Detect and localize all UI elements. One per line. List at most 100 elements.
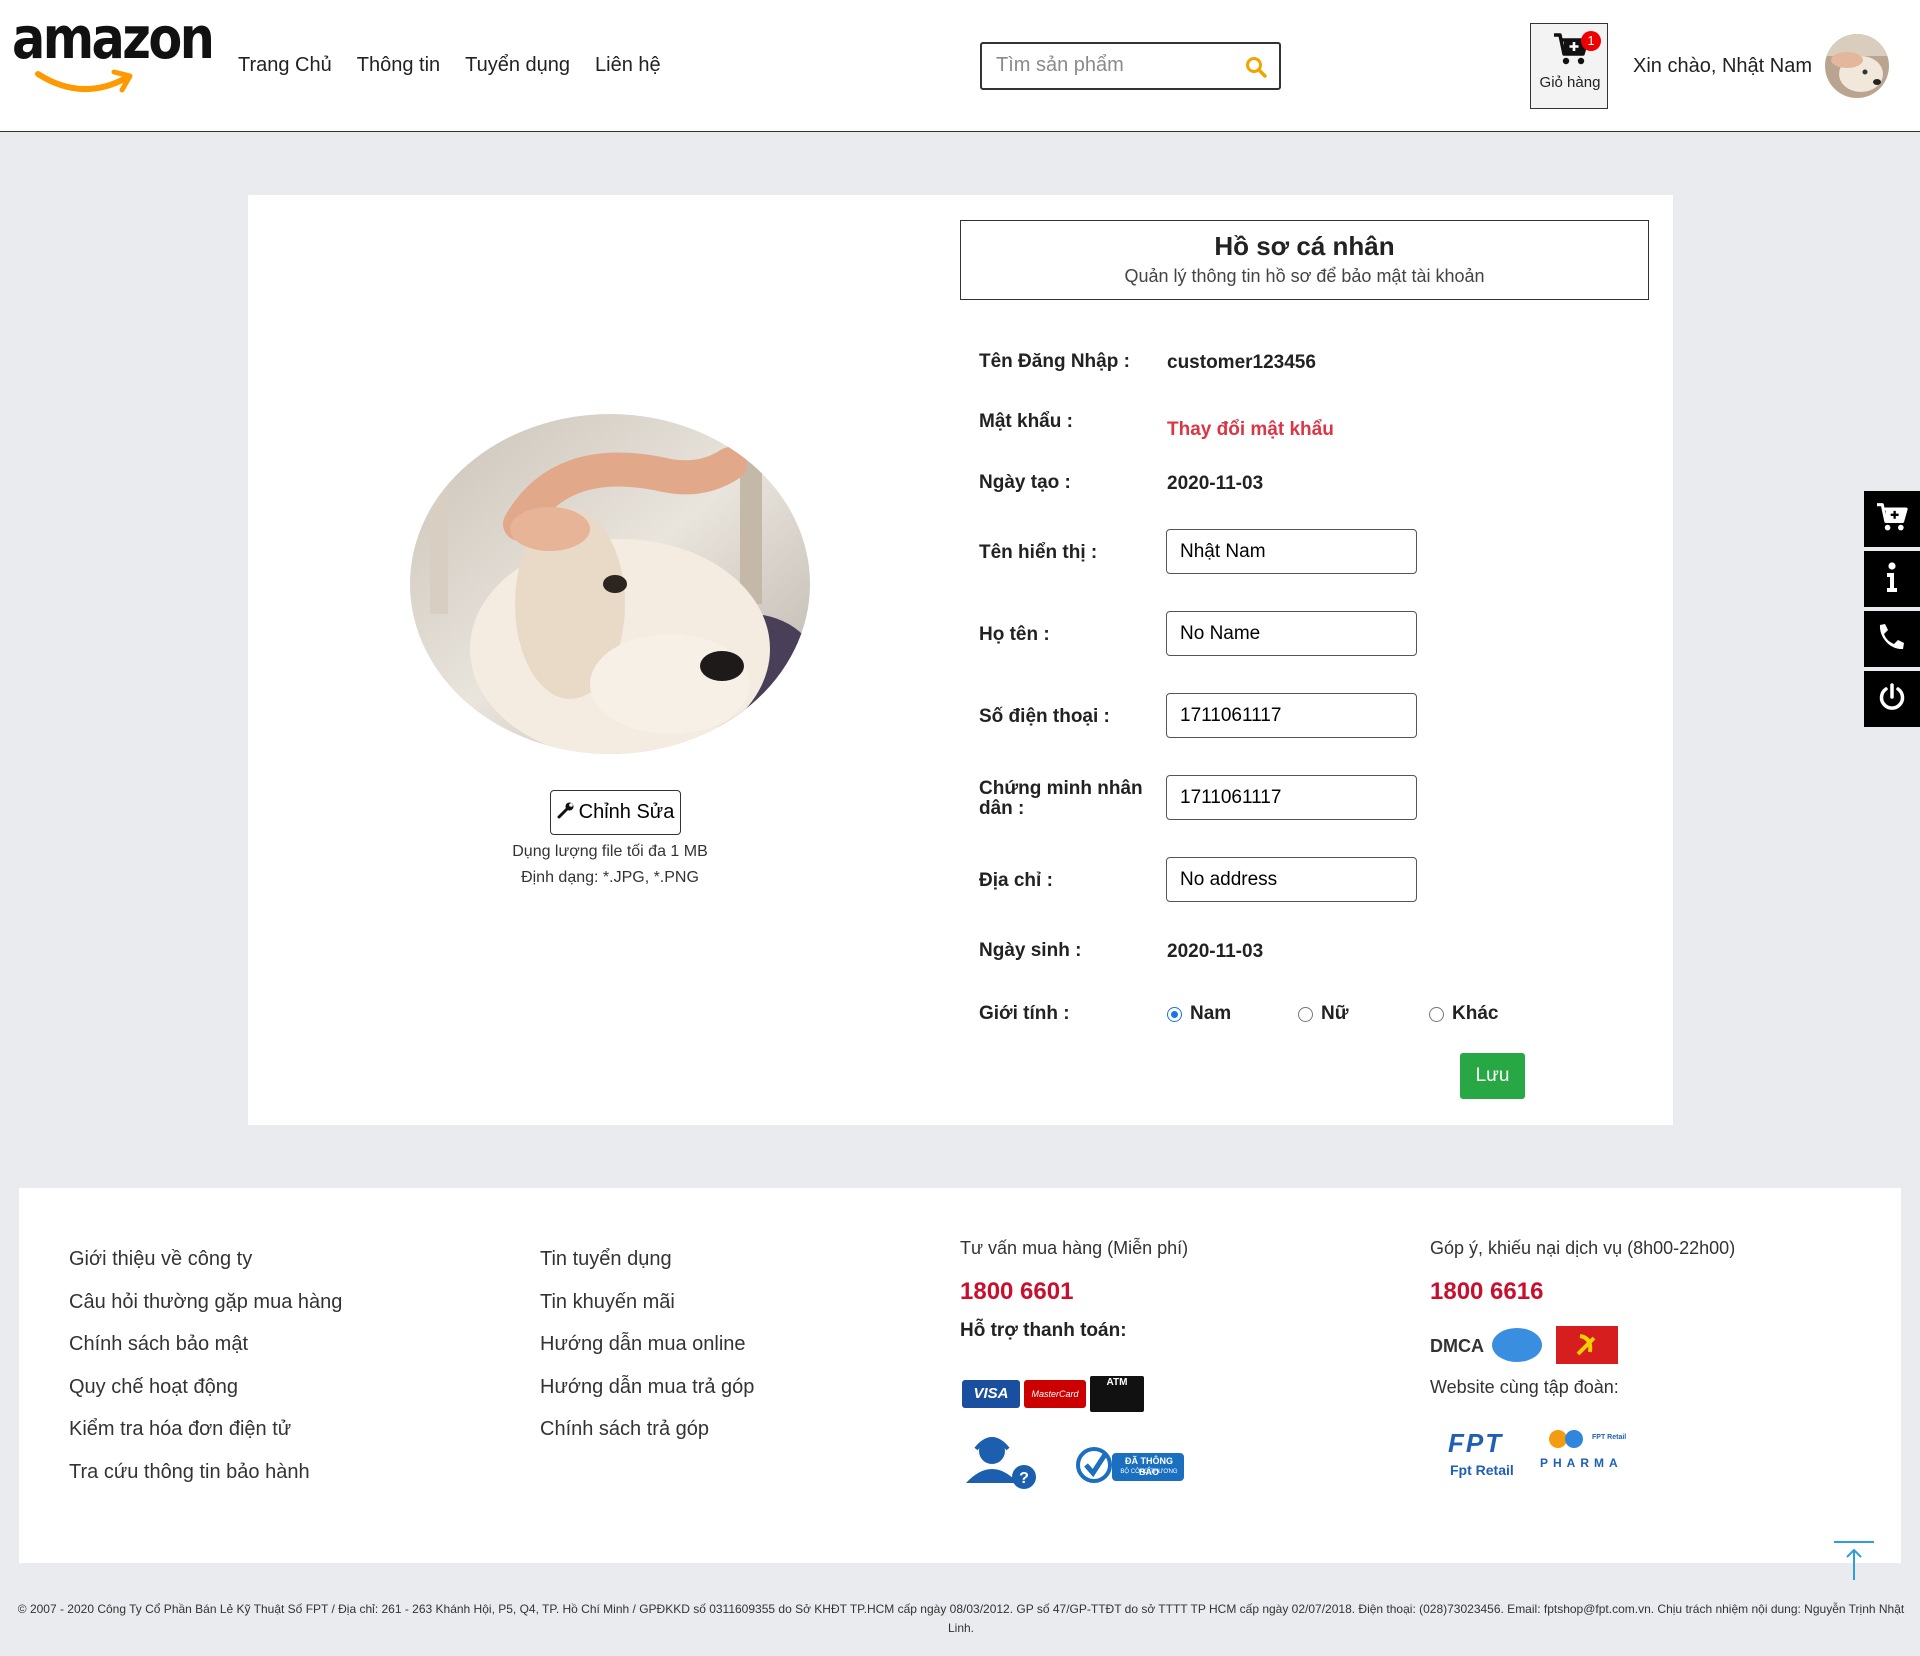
cart-icon bbox=[1876, 502, 1908, 537]
address-label: Địa chỉ : bbox=[979, 870, 1053, 891]
save-button[interactable]: Lưu bbox=[1460, 1053, 1525, 1099]
footer-link-promotions[interactable]: Tin khuyến mãi bbox=[540, 1291, 675, 1314]
footer-link-about[interactable]: Giới thiệu về công ty bbox=[69, 1248, 252, 1271]
group-websites-label: Website cùng tập đoàn: bbox=[1430, 1377, 1619, 1397]
profile-avatar-image bbox=[410, 414, 810, 754]
footer-link-faq[interactable]: Câu hỏi thường gặp mua hàng bbox=[69, 1291, 342, 1314]
logo-smile-icon bbox=[35, 69, 133, 93]
copyright-text: © 2007 - 2020 Công Ty Cổ Phần Bán Lẻ Kỹ … bbox=[17, 1602, 1905, 1635]
svg-text:?: ? bbox=[1019, 1470, 1029, 1487]
payment-label: Hỗ trợ thanh toán: bbox=[960, 1320, 1127, 1341]
cart-label: Giỏ hàng bbox=[1539, 74, 1601, 91]
hammer-sickle-flag-icon bbox=[1556, 1326, 1618, 1364]
search-input[interactable] bbox=[996, 54, 1236, 77]
side-toolbar bbox=[1864, 491, 1920, 731]
power-icon bbox=[1878, 682, 1906, 716]
arrow-up-icon bbox=[1832, 1541, 1876, 1586]
pharma-logo[interactable]: FPT Retail PHARMA bbox=[1540, 1428, 1660, 1478]
id-number-input[interactable] bbox=[1166, 775, 1417, 820]
registered-badge[interactable]: ĐÃ THÔNG BÁO BỘ CÔNG THƯƠNG bbox=[1076, 1441, 1186, 1489]
fpt-logo-text: FPT bbox=[1448, 1428, 1504, 1458]
search-icon[interactable] bbox=[1245, 56, 1267, 83]
file-size-note: Dụng lượng file tối đa 1 MB bbox=[512, 843, 708, 860]
phone-label: Số điện thoại : bbox=[979, 706, 1110, 727]
complaint-phone[interactable]: 1800 6616 bbox=[1430, 1278, 1543, 1306]
cart-button[interactable]: 1 Giỏ hàng bbox=[1530, 23, 1608, 109]
footer-link-installment-policy[interactable]: Chính sách trả góp bbox=[540, 1418, 709, 1441]
payment-methods: VISA MasterCard ATM bbox=[962, 1376, 1144, 1412]
change-password-link[interactable]: Thay đổi mật khẩu bbox=[1167, 419, 1334, 441]
display-name-input[interactable] bbox=[1166, 529, 1417, 574]
scroll-to-top-button[interactable] bbox=[1832, 1540, 1876, 1582]
side-cart-button[interactable] bbox=[1864, 491, 1920, 547]
username-label: Tên Đăng Nhập : bbox=[979, 351, 1130, 372]
main-nav: Trang Chủ Thông tin Tuyển dụng Liên hệ bbox=[238, 54, 661, 77]
gender-option-label: Nữ bbox=[1321, 1003, 1349, 1024]
consult-phone[interactable]: 1800 6601 bbox=[960, 1278, 1073, 1306]
footer-link-privacy[interactable]: Chính sách bảo mật bbox=[69, 1333, 248, 1356]
phone-input[interactable] bbox=[1166, 693, 1417, 738]
footer-link-invoice[interactable]: Kiểm tra hóa đơn điện tử bbox=[69, 1418, 291, 1441]
file-format-note: Định dạng: *.JPG, *.PNG bbox=[521, 869, 699, 886]
radio-unchecked-icon bbox=[1429, 1006, 1444, 1022]
atm-label: ATM bbox=[1106, 1377, 1128, 1388]
birthday-label: Ngày sinh : bbox=[979, 940, 1082, 961]
side-info-button[interactable] bbox=[1864, 551, 1920, 607]
fpt-retail-logo[interactable]: FPT Fpt Retail bbox=[1444, 1428, 1532, 1484]
display-name-label: Tên hiển thị : bbox=[979, 542, 1098, 563]
cart-count-badge: 1 bbox=[1581, 31, 1601, 51]
gender-option-label: Khác bbox=[1452, 1003, 1499, 1024]
footer-link-installment-guide[interactable]: Hướng dẫn mua trả góp bbox=[540, 1376, 754, 1399]
consult-label: Tư vấn mua hàng (Miễn phí) bbox=[960, 1238, 1189, 1258]
full-name-label: Họ tên : bbox=[979, 624, 1050, 645]
nav-contact[interactable]: Liên hệ bbox=[595, 54, 661, 77]
atm-icon: ATM bbox=[1090, 1376, 1144, 1412]
side-phone-button[interactable] bbox=[1864, 611, 1920, 667]
gender-option-male[interactable]: Nam bbox=[1167, 1003, 1231, 1025]
dmca-label: DMCA bbox=[1430, 1336, 1484, 1356]
user-greeting: Xin chào, Nhật Nam bbox=[1633, 55, 1812, 77]
mastercard-icon: MasterCard bbox=[1024, 1380, 1086, 1408]
address-input[interactable] bbox=[1166, 857, 1417, 902]
user-avatar[interactable] bbox=[1825, 34, 1889, 98]
side-logout-button[interactable] bbox=[1864, 671, 1920, 727]
radio-checked-icon bbox=[1167, 1006, 1182, 1022]
search-box bbox=[980, 42, 1281, 90]
gender-option-label: Nam bbox=[1190, 1003, 1232, 1024]
created-date-value: 2020-11-03 bbox=[1167, 473, 1264, 494]
nav-recruitment[interactable]: Tuyển dụng bbox=[465, 54, 570, 77]
fpt-retail-text: Fpt Retail bbox=[1450, 1462, 1514, 1478]
gender-option-female[interactable]: Nữ bbox=[1298, 1003, 1348, 1025]
username-value: customer123456 bbox=[1167, 352, 1316, 373]
dmca-badge[interactable]: DMCA bbox=[1430, 1330, 1492, 1362]
footer-link-warranty[interactable]: Tra cứu thông tin bảo hành bbox=[69, 1461, 310, 1484]
support-icon: ? bbox=[962, 1435, 1038, 1493]
profile-title: Hồ sơ cá nhân bbox=[1214, 231, 1395, 261]
nav-info[interactable]: Thông tin bbox=[357, 54, 440, 77]
password-label: Mật khẩu : bbox=[979, 411, 1073, 432]
id-number-label: Chứng minh nhân dân : bbox=[979, 778, 1143, 819]
registered-badge-subtitle: BỘ CÔNG THƯƠNG bbox=[1120, 1469, 1178, 1475]
profile-subtitle: Quản lý thông tin hồ sơ để bảo mật tài k… bbox=[1124, 266, 1485, 286]
pharma-text: PHARMA bbox=[1540, 1456, 1623, 1470]
footer-link-online-guide[interactable]: Hướng dẫn mua online bbox=[540, 1333, 746, 1356]
amazon-logo[interactable]: amazon bbox=[12, 4, 215, 106]
complaint-label: Góp ý, khiếu nại dịch vụ (8h00-22h00) bbox=[1430, 1238, 1736, 1258]
wrench-icon bbox=[557, 801, 575, 825]
edit-avatar-label: Chỉnh Sửa bbox=[578, 801, 675, 823]
protected-seal-icon bbox=[1492, 1328, 1542, 1362]
certification-badges: DMCA bbox=[1430, 1326, 1620, 1364]
full-name-input[interactable] bbox=[1166, 611, 1417, 656]
header: amazon Trang Chủ Thông tin Tuyển dụng Li… bbox=[0, 0, 1920, 132]
nav-home[interactable]: Trang Chủ bbox=[238, 54, 332, 77]
radio-unchecked-icon bbox=[1298, 1006, 1313, 1022]
info-icon bbox=[1885, 561, 1899, 597]
gender-option-other[interactable]: Khác bbox=[1429, 1003, 1498, 1025]
gender-label: Giới tính : bbox=[979, 1003, 1070, 1024]
footer-link-regulations[interactable]: Quy chế hoạt động bbox=[69, 1376, 238, 1399]
birthday-value: 2020-11-03 bbox=[1167, 941, 1264, 962]
profile-header: Hồ sơ cá nhân Quản lý thông tin hồ sơ để… bbox=[960, 220, 1649, 300]
logo-text: amazon bbox=[12, 4, 215, 72]
footer-link-jobs[interactable]: Tin tuyển dụng bbox=[540, 1248, 672, 1271]
edit-avatar-button[interactable]: Chỉnh Sửa bbox=[550, 790, 681, 835]
